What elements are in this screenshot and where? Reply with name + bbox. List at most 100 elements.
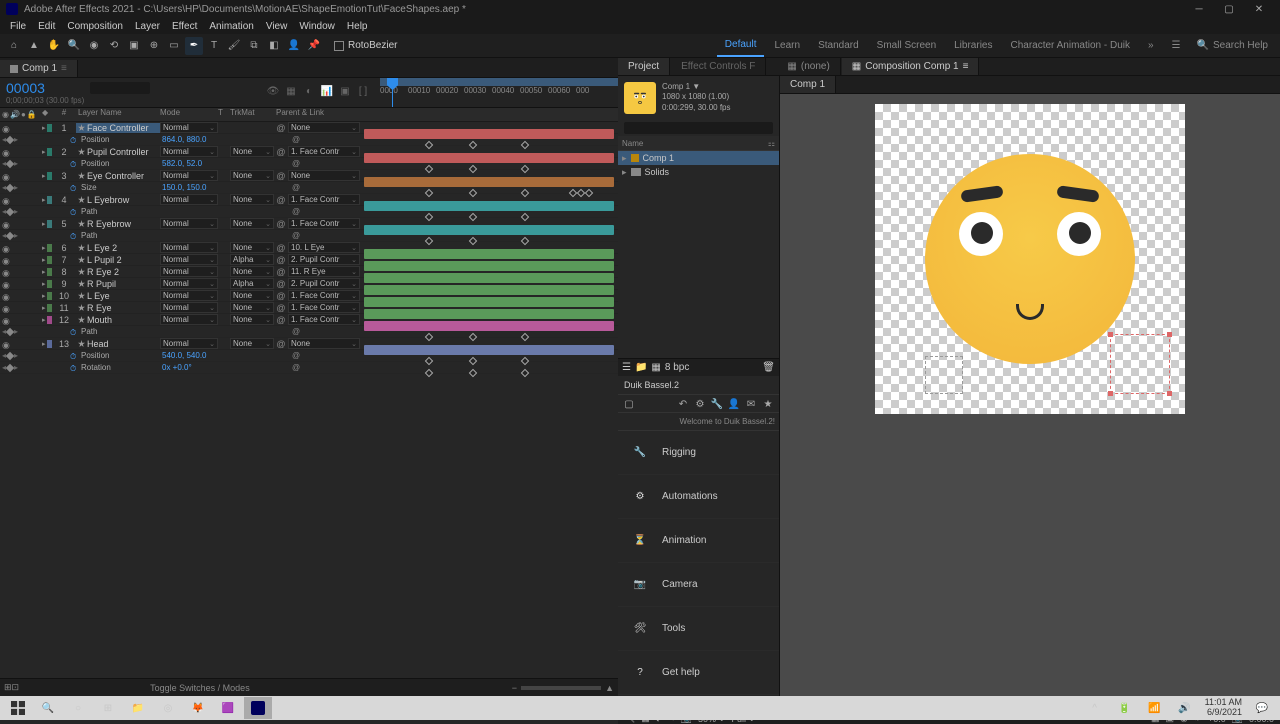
blend-mode-dropdown[interactable]: Normal⌄ <box>160 146 218 157</box>
layer-name[interactable]: Mouth <box>76 315 160 325</box>
brush-tool-icon[interactable]: 🖌 <box>225 37 243 55</box>
layer-duration-bar[interactable] <box>364 129 614 139</box>
workspace-duik[interactable]: Character Animation - Duik <box>1002 34 1138 57</box>
blend-mode-dropdown[interactable]: Normal⌄ <box>160 170 218 181</box>
twirl-icon[interactable]: ▸ <box>42 148 46 156</box>
layer-name[interactable]: L Eyebrow <box>76 195 160 205</box>
checkbox-icon[interactable] <box>334 41 344 51</box>
twirl-icon[interactable]: ▸ <box>42 244 46 252</box>
twirl-icon[interactable]: ▸ <box>42 340 46 348</box>
duik-category[interactable]: ?Get help <box>618 651 779 695</box>
twirl-icon[interactable]: ▸ <box>42 220 46 228</box>
layer-duration-bar[interactable] <box>364 249 614 259</box>
visibility-toggle-icon[interactable]: ◉ <box>2 256 10 264</box>
ae-taskbar-icon[interactable] <box>244 697 272 719</box>
explorer-icon[interactable]: 📁 <box>124 697 152 719</box>
time-ruler[interactable]: 0000 00010 00020 00030 00040 00050 00060… <box>376 78 618 107</box>
blend-mode-dropdown[interactable]: Normal⌄ <box>160 122 218 133</box>
parent-dropdown[interactable]: 1. Face Contr⌄ <box>288 290 360 301</box>
track-matte-dropdown[interactable]: Alpha⌄ <box>230 254 274 265</box>
brackets-icon[interactable]: [ ] <box>356 84 370 98</box>
toggle-option-icon[interactable]: ⊞ <box>4 682 12 693</box>
visibility-toggle-icon[interactable]: ◉ <box>2 280 10 288</box>
track-matte-dropdown[interactable]: None⌄ <box>230 314 274 325</box>
visibility-toggle-icon[interactable]: ◉ <box>2 196 10 204</box>
playhead[interactable] <box>392 78 393 107</box>
layer-name[interactable]: L Eye <box>76 291 160 301</box>
visibility-toggle-icon[interactable]: ◉ <box>2 244 10 252</box>
viewer-canvas-area[interactable] <box>780 94 1280 424</box>
duik-home-icon[interactable]: ▢ <box>622 397 636 411</box>
clone-tool-icon[interactable]: ⧉ <box>245 37 263 55</box>
search-help[interactable]: 🔍 Search Help <box>1189 40 1276 51</box>
workspace-learn[interactable]: Learn <box>766 34 808 57</box>
layer-name[interactable]: L Eye 2 <box>76 243 160 253</box>
layer-name[interactable]: R Pupil <box>76 279 160 289</box>
stopwatch-icon[interactable]: ⏱ <box>70 328 78 336</box>
layer-name[interactable]: R Eye <box>76 303 160 313</box>
twirl-icon[interactable]: ▸ <box>42 292 46 300</box>
layer-name[interactable]: Face Controller <box>76 123 160 133</box>
layer-duration-bar[interactable] <box>364 153 614 163</box>
rectangle-tool-icon[interactable]: ▭ <box>165 37 183 55</box>
keyframe-icon[interactable] <box>425 368 433 376</box>
layer-duration-bar[interactable] <box>364 225 614 235</box>
visibility-toggle-icon[interactable]: ◉ <box>2 220 10 228</box>
parent-dropdown[interactable]: None⌄ <box>288 170 360 181</box>
battery-icon[interactable]: 🔋 <box>1111 697 1139 719</box>
minimize-button[interactable]: ─ <box>1184 0 1214 18</box>
keyframe-icon[interactable] <box>469 368 477 376</box>
duik-tool-icon[interactable]: ★ <box>761 397 775 411</box>
track-matte-dropdown[interactable]: None⌄ <box>230 170 274 181</box>
menu-view[interactable]: View <box>260 21 294 32</box>
shy-toggle-icon[interactable]: 👁 <box>266 84 280 98</box>
menu-file[interactable]: File <box>4 21 32 32</box>
duik-tool-icon[interactable]: ✉ <box>744 397 758 411</box>
zoom-out-icon[interactable]: − <box>512 683 517 693</box>
expression-pickwhip-icon[interactable]: @ <box>292 351 300 360</box>
composition-canvas[interactable] <box>875 104 1185 414</box>
blend-mode-dropdown[interactable]: Normal⌄ <box>160 314 218 325</box>
blend-mode-dropdown[interactable]: Normal⌄ <box>160 266 218 277</box>
parent-dropdown[interactable]: 1. Face Contr⌄ <box>288 314 360 325</box>
property-value[interactable]: 0x +0.0° <box>162 363 292 372</box>
orbit-tool-icon[interactable]: ◉ <box>85 37 103 55</box>
twirl-icon[interactable]: ▸ <box>42 268 46 276</box>
interpret-footage-icon[interactable]: ☰ <box>622 362 631 373</box>
expression-pickwhip-icon[interactable]: @ <box>292 159 300 168</box>
add-keyframe-icon[interactable] <box>6 231 14 239</box>
expression-pickwhip-icon[interactable]: @ <box>292 207 300 216</box>
pickwhip-icon[interactable]: @ <box>276 255 286 265</box>
twirl-icon[interactable]: ▸ <box>42 256 46 264</box>
track-matte-dropdown[interactable]: Alpha⌄ <box>230 278 274 289</box>
duik-tool-icon[interactable]: ↶ <box>676 397 690 411</box>
home-icon[interactable]: ⌂ <box>5 37 23 55</box>
maximize-button[interactable]: ▢ <box>1214 0 1244 18</box>
stopwatch-icon[interactable]: ⏱ <box>70 232 78 240</box>
add-keyframe-icon[interactable] <box>6 159 14 167</box>
track-matte-dropdown[interactable]: None⌄ <box>230 194 274 205</box>
workspace-default[interactable]: Default <box>717 34 765 57</box>
track-matte-dropdown[interactable]: None⌄ <box>230 290 274 301</box>
layer-name[interactable]: R Eyebrow <box>76 219 160 229</box>
add-keyframe-icon[interactable] <box>6 363 14 371</box>
blend-mode-dropdown[interactable]: Normal⌄ <box>160 254 218 265</box>
motion-blur-icon[interactable]: ◐ <box>302 84 316 98</box>
app-icon[interactable]: 🟪 <box>214 697 242 719</box>
add-keyframe-icon[interactable] <box>6 351 14 359</box>
layer-duration-bar[interactable] <box>364 285 614 295</box>
puppet-tool-icon[interactable]: 📌 <box>305 37 323 55</box>
blend-mode-dropdown[interactable]: Normal⌄ <box>160 278 218 289</box>
pickwhip-icon[interactable]: @ <box>276 291 286 301</box>
stopwatch-icon[interactable]: ⏱ <box>70 136 78 144</box>
rotate-tool-icon[interactable]: ⟲ <box>105 37 123 55</box>
blend-mode-dropdown[interactable]: Normal⌄ <box>160 242 218 253</box>
duik-category[interactable]: ⏳Animation <box>618 519 779 563</box>
delete-icon[interactable]: 🗑 <box>762 362 775 373</box>
toggle-option-icon[interactable]: ⊡ <box>12 682 20 693</box>
layer-name[interactable]: L Pupil 2 <box>76 255 160 265</box>
selection-box[interactable] <box>925 356 963 394</box>
track-matte-dropdown[interactable]: None⌄ <box>230 146 274 157</box>
property-value[interactable]: 150.0, 150.0 <box>162 183 292 192</box>
zoom-tool-icon[interactable]: 🔍 <box>65 37 83 55</box>
